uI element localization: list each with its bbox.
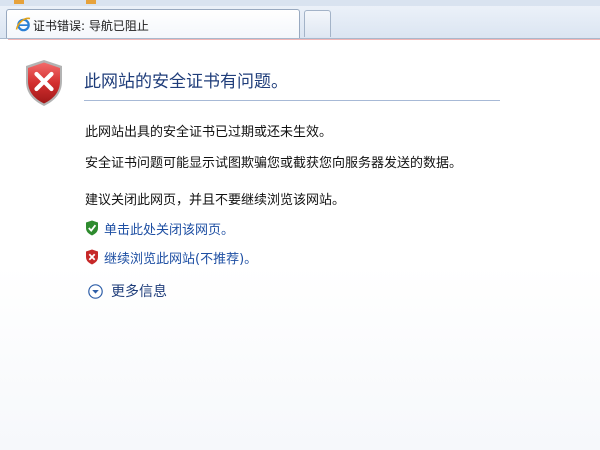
expand-down-icon — [88, 284, 103, 299]
certificate-expired-text: 此网站出具的安全证书已过期或还未生效。 — [85, 125, 333, 140]
recommendation-text: 建议关闭此网页，并且不要继续浏览该网站。 — [85, 193, 346, 208]
tab-certificate-error[interactable]: 证书错误: 导航已阻止 — [6, 9, 300, 38]
page-content: 此网站的安全证书有问题。 此网站出具的安全证书已过期或还未生效。 安全证书问题可… — [0, 39, 600, 450]
tab-title: 证书错误: 导航已阻止 — [33, 19, 149, 33]
certificate-risk-text: 安全证书问题可能显示试图欺骗您或截获您向服务器发送的数据。 — [85, 156, 463, 171]
toolbar-sliver-mark — [86, 0, 96, 4]
page-heading: 此网站的安全证书有问题。 — [84, 72, 288, 92]
red-shield-x-icon — [26, 60, 62, 106]
red-shield-x-icon — [86, 249, 98, 265]
content-top-line — [8, 39, 600, 40]
ie-icon — [15, 17, 31, 32]
continue-to-website-link[interactable]: 继续浏览此网站(不推荐)。 — [104, 248, 257, 267]
heading-divider — [84, 100, 500, 101]
browser-tab-bar: 证书错误: 导航已阻止 — [0, 0, 600, 39]
close-page-link[interactable]: 单击此处关闭该网页。 — [104, 219, 234, 238]
toolbar-sliver-mark — [14, 0, 24, 4]
toolbar-sliver — [0, 0, 600, 6]
new-tab-button[interactable] — [304, 10, 331, 37]
green-shield-check-icon — [86, 220, 98, 236]
more-information-label: 更多信息 — [111, 284, 167, 300]
